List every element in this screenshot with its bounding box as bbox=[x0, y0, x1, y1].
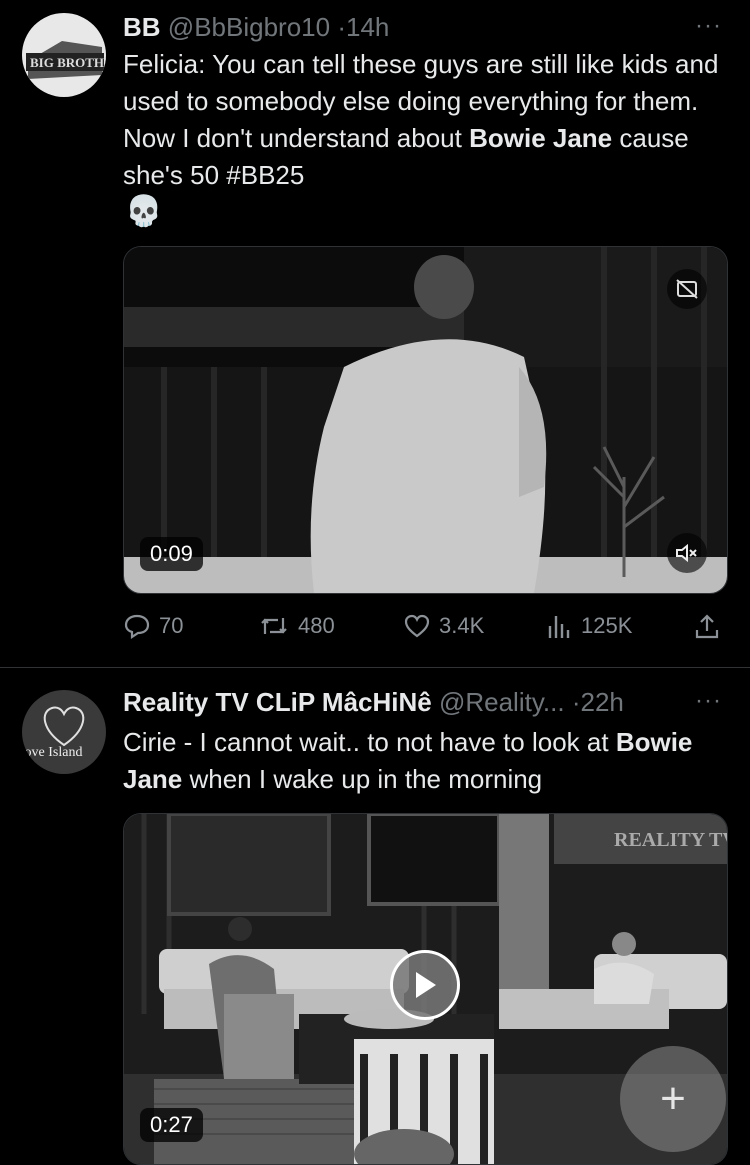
reply-button[interactable]: 70 bbox=[123, 612, 183, 640]
avatar[interactable]: Love Island bbox=[22, 690, 106, 774]
like-button[interactable]: 3.4K bbox=[403, 612, 484, 640]
like-count: 3.4K bbox=[439, 613, 485, 638]
tweet-actions: 70 480 3.4K 125K bbox=[123, 612, 723, 652]
tweet-header: Reality TV CLiP MâcHiNê @Reality... ·22h bbox=[123, 687, 624, 718]
reply-icon bbox=[124, 614, 150, 640]
like-icon bbox=[404, 614, 430, 638]
avatar-logo-text: BIG BROTHER bbox=[30, 55, 106, 70]
skull-emoji: 💀 bbox=[125, 195, 163, 228]
play-icon bbox=[416, 972, 436, 998]
repost-button[interactable]: 480 bbox=[258, 612, 335, 640]
avatar[interactable]: BIG BROTHER bbox=[22, 13, 106, 97]
display-name[interactable]: Reality TV CLiP MâcHiNê bbox=[123, 687, 432, 717]
text-segment: Cirie - I cannot wait.. to not have to l… bbox=[123, 727, 616, 757]
mute-icon bbox=[676, 543, 697, 563]
reply-count: 70 bbox=[159, 613, 184, 638]
tweet-text: Felicia: You can tell these guys are sti… bbox=[123, 46, 723, 194]
video-player[interactable]: 0:09 bbox=[123, 246, 728, 594]
compose-icon: + bbox=[660, 1074, 686, 1123]
handle[interactable]: @Reality... bbox=[439, 687, 565, 717]
text-segment: when I wake up in the morning bbox=[182, 764, 543, 794]
avatar-logo-text: Love Island bbox=[22, 745, 82, 760]
repost-count: 480 bbox=[298, 613, 335, 638]
more-options-button[interactable]: ··· bbox=[695, 12, 722, 40]
tweet-1[interactable]: BIG BROTHER BB @BbBigbro10 ·14h ··· Feli… bbox=[0, 0, 750, 668]
view-count: 125K bbox=[581, 613, 633, 638]
play-button[interactable] bbox=[390, 950, 460, 1020]
captions-icon bbox=[676, 279, 698, 299]
repost-icon bbox=[261, 618, 287, 634]
views-icon bbox=[548, 616, 570, 638]
handle[interactable]: @BbBigbro10 bbox=[168, 12, 330, 42]
watermark-text: REALITY TV bbox=[614, 829, 727, 851]
bold-mention: Bowie Jane bbox=[469, 123, 613, 153]
video-duration: 0:27 bbox=[140, 1108, 203, 1142]
more-options-button[interactable]: ··· bbox=[695, 687, 722, 715]
display-name[interactable]: BB bbox=[123, 12, 161, 42]
timestamp[interactable]: 14h bbox=[346, 12, 389, 42]
video-duration: 0:09 bbox=[140, 537, 203, 571]
tweet-header: BB @BbBigbro10 ·14h bbox=[123, 12, 389, 43]
captions-button[interactable] bbox=[667, 269, 707, 309]
video-frame bbox=[124, 247, 727, 593]
compose-button[interactable]: + bbox=[620, 1046, 726, 1152]
share-icon bbox=[695, 614, 719, 639]
timestamp[interactable]: 22h bbox=[580, 687, 623, 717]
tweet-2[interactable]: Love Island Reality TV CLiP MâcHiNê @Rea… bbox=[0, 668, 750, 1165]
mute-button[interactable] bbox=[667, 533, 707, 573]
hashtag-link[interactable]: #BB25 bbox=[226, 160, 304, 190]
share-button[interactable] bbox=[693, 612, 721, 640]
separator-dot: · bbox=[337, 12, 346, 42]
views-button[interactable]: 125K bbox=[545, 612, 632, 640]
tweet-text: Cirie - I cannot wait.. to not have to l… bbox=[123, 724, 723, 798]
